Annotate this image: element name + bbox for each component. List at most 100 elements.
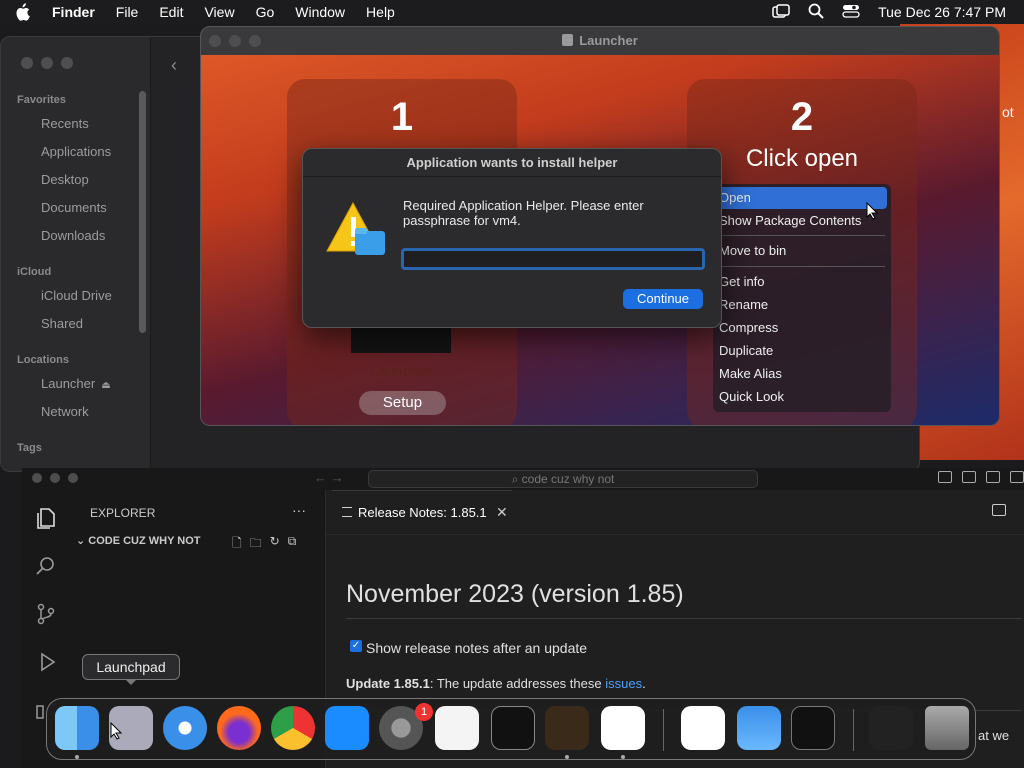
context-menu-move-to-bin[interactable]: Move to bin <box>719 240 786 262</box>
launchpad-tooltip: Launchpad <box>82 654 180 685</box>
terminal-dock-icon[interactable] <box>491 706 535 750</box>
new-folder-icon[interactable]: 🗀 <box>250 534 262 555</box>
collapse-all-icon[interactable]: ⧉ <box>288 534 297 555</box>
eject-icon[interactable]: ⏏ <box>101 380 110 391</box>
step2-number: 2 <box>790 95 814 139</box>
weather-dock-icon[interactable] <box>737 706 781 750</box>
source-control-icon[interactable] <box>34 602 58 626</box>
toggle-panel-icon[interactable] <box>962 471 976 483</box>
menu-help[interactable]: Help <box>366 4 395 20</box>
firefox-dock-icon[interactable] <box>217 706 261 750</box>
finder-dock-icon[interactable] <box>55 706 99 750</box>
sidebar-item-icloud-drive[interactable]: iCloud Drive <box>41 288 112 303</box>
layout-controls <box>938 471 1024 483</box>
sidebar-item-documents[interactable]: Documents <box>41 200 107 215</box>
sidebar-item-network[interactable]: Network <box>41 404 89 419</box>
chrome-dock-icon[interactable] <box>271 706 315 750</box>
sidebar-item-launcher[interactable]: Launcher ⏏ <box>41 376 111 391</box>
heading-separator <box>346 618 1022 619</box>
setup-button[interactable]: Setup <box>359 391 446 415</box>
sidebar-item-applications[interactable]: Applications <box>41 144 111 159</box>
editor-tab-separator <box>326 534 1024 535</box>
command-center-search[interactable]: ⌕ code cuz why not <box>368 470 758 488</box>
update-notes: Update 1.85.1: The update addresses thes… <box>346 676 646 691</box>
context-menu-rename[interactable]: Rename <box>719 294 768 316</box>
step1-number: 1 <box>390 95 414 139</box>
notification-badge: 1 <box>415 703 433 721</box>
dock-separator <box>853 709 854 751</box>
customize-layout-icon[interactable] <box>1010 471 1024 483</box>
context-menu-open[interactable]: Open <box>717 187 887 209</box>
vscode-dock-icon[interactable] <box>601 706 645 750</box>
document-icon <box>562 34 574 46</box>
wallpaper-text: ot <box>1002 104 1014 120</box>
context-menu-make-alias[interactable]: Make Alias <box>719 363 782 385</box>
vscode-running-indicator <box>621 755 625 759</box>
app-store-dock-icon[interactable] <box>325 706 369 750</box>
context-menu-compress[interactable]: Compress <box>719 317 778 339</box>
activity-monitor-dock-icon[interactable] <box>791 706 835 750</box>
stack-dock-icon[interactable] <box>869 706 913 750</box>
refresh-icon[interactable]: ↻ <box>270 534 280 555</box>
context-menu-quick-look[interactable]: Quick Look <box>719 386 784 408</box>
menu-go[interactable]: Go <box>256 4 275 20</box>
context-menu-show-package-contents[interactable]: Show Package Contents <box>719 210 861 232</box>
back-chevron-icon[interactable]: ‹ <box>171 55 177 76</box>
context-menu-get-info[interactable]: Get info <box>719 271 765 293</box>
visual-studio-dock-icon[interactable] <box>681 706 725 750</box>
show-release-notes-label: Show release notes after an update <box>366 640 588 656</box>
apple-menu-icon[interactable] <box>14 3 34 21</box>
tab-release-notes-label: Release Notes: 1.85.1 <box>358 505 487 520</box>
clock[interactable]: Tue Dec 26 7:47 PM <box>878 4 1006 20</box>
sidebar-item-recents[interactable]: Recents <box>41 116 89 131</box>
garageband-dock-icon[interactable] <box>545 706 589 750</box>
menu-finder[interactable]: Finder <box>52 4 95 20</box>
dialog-title-separator <box>303 176 721 177</box>
finder-running-indicator <box>75 755 79 759</box>
chevron-down-icon: ⌄ <box>76 535 89 547</box>
launcher-app-label: Launcher <box>369 363 433 380</box>
sidebar-scrollbar[interactable] <box>139 91 146 333</box>
nav-arrows-icon[interactable]: ← → <box>314 470 344 485</box>
spotlight-search-icon[interactable] <box>808 3 824 22</box>
menu-file[interactable]: File <box>116 4 139 20</box>
show-release-notes-checkbox[interactable]: ✓ <box>350 640 362 652</box>
search-icon[interactable] <box>34 554 58 578</box>
mouse-pointer-icon <box>866 201 879 223</box>
context-menu-separator <box>719 266 885 267</box>
sidebar-item-shared[interactable]: Shared <box>41 316 83 331</box>
issues-link[interactable]: issues <box>605 676 642 691</box>
trash-dock-icon[interactable] <box>925 706 969 750</box>
finder-sidebar: Favorites Recents Applications Desktop D… <box>1 37 151 471</box>
stage-manager-icon[interactable] <box>772 3 790 21</box>
menu-edit[interactable]: Edit <box>159 4 183 20</box>
explorer-files-icon[interactable] <box>34 506 58 530</box>
sidebar-item-downloads[interactable]: Downloads <box>41 228 105 243</box>
toggle-primary-sidebar-icon[interactable] <box>938 471 952 483</box>
launcher-app-icon[interactable] <box>351 327 451 353</box>
control-center-icon[interactable] <box>842 4 860 21</box>
tab-release-notes[interactable]: Release Notes: 1.85.1 ✕ <box>332 490 512 534</box>
sidebar-item-desktop[interactable]: Desktop <box>41 172 89 187</box>
passphrase-input[interactable] <box>401 248 705 270</box>
launcher-titlebar: Launcher <box>201 27 999 55</box>
menu-window[interactable]: Window <box>295 4 345 20</box>
sidebar-item-launcher-label: Launcher <box>41 376 96 391</box>
vscode-traffic-lights[interactable] <box>32 473 78 483</box>
textedit-dock-icon[interactable] <box>435 706 479 750</box>
new-file-icon[interactable]: 🗋 <box>232 534 242 555</box>
update-period: . <box>642 676 646 691</box>
project-folder[interactable]: ⌄ CODE CUZ WHY NOT <box>76 534 201 547</box>
context-menu-duplicate[interactable]: Duplicate <box>719 340 773 362</box>
toggle-secondary-sidebar-icon[interactable] <box>986 471 1000 483</box>
menu-view[interactable]: View <box>204 4 234 20</box>
launcher-title-text: Launcher <box>579 33 638 48</box>
split-editor-icon[interactable] <box>992 504 1006 516</box>
run-debug-icon[interactable] <box>34 650 58 674</box>
search-icon: ⌕ <box>511 472 522 486</box>
safari-dock-icon[interactable] <box>163 706 207 750</box>
more-actions-icon[interactable]: ··· <box>292 502 306 518</box>
continue-button[interactable]: Continue <box>623 289 703 309</box>
finder-traffic-lights[interactable] <box>21 57 73 69</box>
close-icon[interactable]: ✕ <box>496 504 508 521</box>
